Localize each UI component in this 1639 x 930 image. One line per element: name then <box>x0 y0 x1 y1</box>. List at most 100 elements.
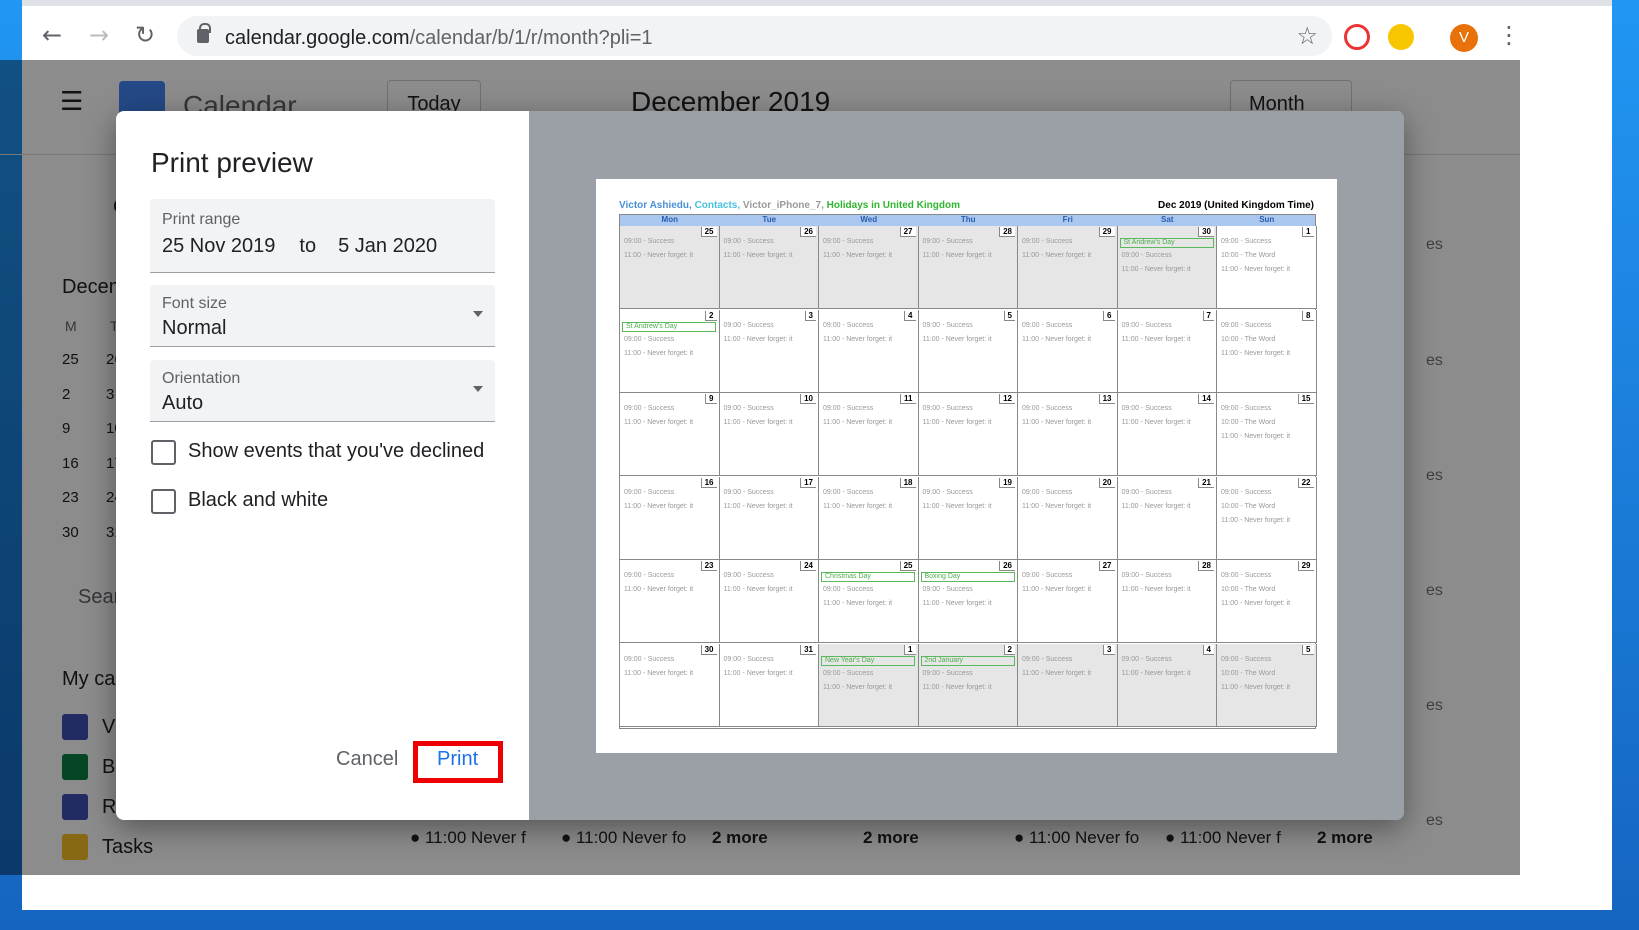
event-item[interactable]: 09:00 - Success <box>724 656 774 663</box>
event-item[interactable]: 11:00 - Never forget: it <box>724 336 793 343</box>
event-item[interactable]: 11:00 - Never forget: it <box>724 419 793 426</box>
range-to[interactable]: 5 Jan 2020 <box>338 235 437 257</box>
range-from[interactable]: 25 Nov 2019 <box>162 235 275 257</box>
event-item[interactable]: 09:00 - Success <box>923 405 973 412</box>
day-cell[interactable]: 21 09:00 - Success 11:00 - Never forget: i… <box>1117 476 1217 560</box>
day-cell[interactable]: 19 09:00 - Success 11:00 - Never forget: i… <box>918 476 1018 560</box>
event-item[interactable]: 11:00 - Never forget: it <box>1221 684 1290 691</box>
event-item[interactable]: 11:00 - Never forget: it <box>1122 266 1191 273</box>
event-item[interactable]: 09:00 - Success <box>823 489 873 496</box>
event-item[interactable]: 11:00 - Never forget: it <box>923 252 992 259</box>
event-item[interactable]: 11:00 - Never forget: it <box>1022 252 1091 259</box>
holiday-event[interactable]: Christmas Day <box>821 572 915 582</box>
black-white-checkbox[interactable] <box>151 489 176 514</box>
extension-icon[interactable] <box>1344 24 1370 50</box>
event-item[interactable]: 09:00 - Success <box>1022 489 1072 496</box>
event-item[interactable]: 11:00 - Never forget: it <box>1122 419 1191 426</box>
event-item[interactable]: 09:00 - Success <box>1122 322 1172 329</box>
event-item[interactable]: 11:00 - Never forget: it <box>823 684 892 691</box>
event-item[interactable]: 09:00 - Success <box>624 489 674 496</box>
event-item[interactable]: 09:00 - Success <box>624 405 674 412</box>
event-item[interactable]: 09:00 - Success <box>923 322 973 329</box>
event-item[interactable]: 11:00 - Never forget: it <box>624 670 693 677</box>
event-item[interactable]: 11:00 - Never forget: it <box>724 670 793 677</box>
day-cell[interactable]: 14 09:00 - Success 11:00 - Never forget: i… <box>1117 393 1217 476</box>
day-cell[interactable]: 16 09:00 - Success 11:00 - Never forget: i… <box>620 476 720 560</box>
event-item[interactable]: 10:00 - The Word <box>1221 419 1275 426</box>
day-cell[interactable]: 2 2nd January 09:00 - Success 11:00 - Never… <box>918 643 1018 727</box>
event-item[interactable]: 09:00 - Success <box>923 586 973 593</box>
event-item[interactable]: 11:00 - Never forget: it <box>823 600 892 607</box>
event-item[interactable]: 10:00 - The Word <box>1221 670 1275 677</box>
event-item[interactable]: 09:00 - Success <box>1221 489 1271 496</box>
event-item[interactable]: 09:00 - Success <box>1122 489 1172 496</box>
event-item[interactable]: 09:00 - Success <box>624 336 674 343</box>
day-cell[interactable]: 11 09:00 - Success 11:00 - Never forget: i… <box>819 393 919 476</box>
font-size-select[interactable]: Font size Normal <box>150 285 495 347</box>
event-item[interactable]: 11:00 - Never forget: it <box>624 503 693 510</box>
day-cell[interactable]: 12 09:00 - Success 11:00 - Never forget: i… <box>918 393 1018 476</box>
day-cell[interactable]: 30 St Andrew's Day 09:00 - Success 11:00 - … <box>1117 226 1217 309</box>
event-item[interactable]: 10:00 - The Word <box>1221 503 1275 510</box>
event-item[interactable]: 09:00 - Success <box>624 656 674 663</box>
address-bar[interactable]: calendar.google.com/calendar/b/1/r/month… <box>177 16 1332 56</box>
day-cell[interactable]: 4 09:00 - Success 11:00 - Never forget: it <box>819 309 919 393</box>
holiday-event[interactable]: 2nd January <box>920 655 1015 666</box>
day-cell[interactable]: 27 09:00 - Success 11:00 - Never forget: i… <box>819 226 919 309</box>
holiday-event[interactable]: St Andrew's Day <box>1119 238 1214 248</box>
event-item[interactable]: 09:00 - Success <box>624 238 674 245</box>
event-item[interactable]: 11:00 - Never forget: it <box>624 252 693 259</box>
day-cell[interactable]: 6 09:00 - Success 11:00 - Never forget: it <box>1018 309 1118 393</box>
event-item[interactable]: 11:00 - Never forget: it <box>923 336 992 343</box>
day-cell[interactable]: 7 09:00 - Success 11:00 - Never forget: it <box>1117 309 1217 393</box>
event-item[interactable]: 11:00 - Never forget: it <box>1122 336 1191 343</box>
event-item[interactable]: 11:00 - Never forget: it <box>1221 517 1290 524</box>
event-item[interactable]: 10:00 - The Word <box>1221 586 1275 593</box>
holiday-event[interactable]: Boxing Day <box>920 572 1015 582</box>
event-item[interactable]: 09:00 - Success <box>1221 405 1271 412</box>
event-item[interactable]: 09:00 - Success <box>1221 572 1271 579</box>
event-item[interactable]: 09:00 - Success <box>1022 656 1072 663</box>
day-cell[interactable]: 31 09:00 - Success 11:00 - Never forget: i… <box>719 643 819 727</box>
event-item[interactable]: 09:00 - Success <box>724 238 774 245</box>
event-item[interactable]: 11:00 - Never forget: it <box>724 586 793 593</box>
day-cell[interactable]: 26 Boxing Day 09:00 - Success 11:00 - Never… <box>918 560 1018 643</box>
menu-kebab-icon[interactable]: ⋮ <box>1494 20 1524 50</box>
event-item[interactable]: 11:00 - Never forget: it <box>1122 586 1191 593</box>
day-cell[interactable]: 9 09:00 - Success 11:00 - Never forget: it <box>620 393 720 476</box>
event-item[interactable]: 09:00 - Success <box>1022 322 1072 329</box>
day-cell[interactable]: 3 09:00 - Success 11:00 - Never forget: it <box>1018 643 1118 727</box>
day-cell[interactable]: 2 St Andrew's Day 09:00 - Success 11:00 - N… <box>620 309 720 393</box>
day-cell[interactable]: 1 New Year's Day 09:00 - Success 11:00 - Ne… <box>819 643 919 727</box>
event-item[interactable]: 11:00 - Never forget: it <box>823 252 892 259</box>
event-item[interactable]: 11:00 - Never forget: it <box>1221 266 1290 273</box>
event-item[interactable]: 09:00 - Success <box>1022 405 1072 412</box>
event-item[interactable]: 11:00 - Never forget: it <box>1022 586 1091 593</box>
day-cell[interactable]: 28 09:00 - Success 11:00 - Never forget: i… <box>1117 560 1217 643</box>
event-item[interactable]: 11:00 - Never forget: it <box>823 419 892 426</box>
day-cell[interactable]: 5 09:00 - Success 11:00 - Never forget: it <box>918 309 1018 393</box>
day-cell[interactable]: 8 09:00 - Success 10:00 - The Word 11:00 - … <box>1217 309 1317 393</box>
event-item[interactable]: 09:00 - Success <box>1122 405 1172 412</box>
day-cell[interactable]: 1 09:00 - Success 10:00 - The Word 11:00 - … <box>1217 226 1317 309</box>
holiday-event[interactable]: St Andrew's Day <box>622 321 716 332</box>
day-cell[interactable]: 3 09:00 - Success 11:00 - Never forget: it <box>719 309 819 393</box>
event-item[interactable]: 09:00 - Success <box>1221 656 1271 663</box>
back-icon[interactable]: ← <box>37 20 67 50</box>
black-white-label[interactable]: Black and white <box>188 489 328 512</box>
day-cell[interactable]: 13 09:00 - Success 11:00 - Never forget: i… <box>1018 393 1118 476</box>
event-item[interactable]: 09:00 - Success <box>1122 252 1172 259</box>
print-button[interactable]: Print <box>437 748 478 771</box>
day-cell[interactable]: 25 09:00 - Success 11:00 - Never forget: i… <box>620 226 720 309</box>
event-item[interactable]: 09:00 - Success <box>823 322 873 329</box>
day-cell[interactable]: 29 09:00 - Success 10:00 - The Word 11:00 -… <box>1217 560 1317 643</box>
forward-icon[interactable]: → <box>84 20 114 50</box>
day-cell[interactable]: 5 09:00 - Success 10:00 - The Word 11:00 - … <box>1217 643 1317 727</box>
day-cell[interactable]: 29 09:00 - Success 11:00 - Never forget: i… <box>1018 226 1118 309</box>
event-item[interactable]: 11:00 - Never forget: it <box>724 252 793 259</box>
event-item[interactable]: 11:00 - Never forget: it <box>1221 350 1290 357</box>
event-item[interactable]: 10:00 - The Word <box>1221 336 1275 343</box>
event-item[interactable]: 11:00 - Never forget: it <box>1221 433 1290 440</box>
event-item[interactable]: 09:00 - Success <box>1221 238 1271 245</box>
event-item[interactable]: 11:00 - Never forget: it <box>1022 503 1091 510</box>
